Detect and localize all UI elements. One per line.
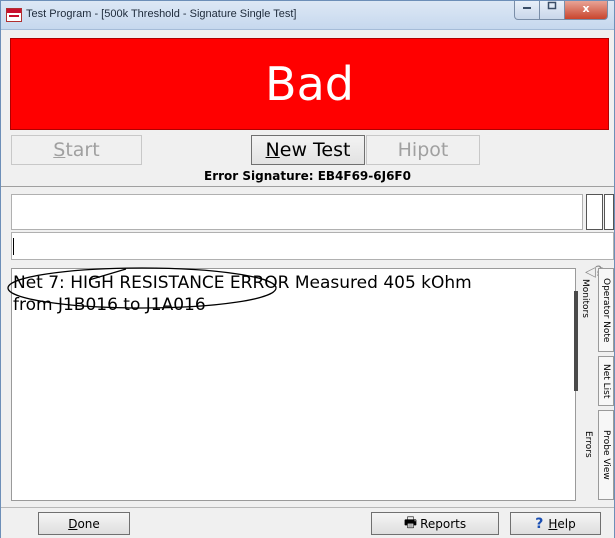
indicator-box-right xyxy=(604,194,614,230)
text-cursor xyxy=(13,238,14,255)
test-program-window: Test Program - [500k Threshold - Signatu… xyxy=(0,0,615,538)
tab-monitors[interactable]: Monitors xyxy=(580,279,590,318)
tab-net-list-label: Net List xyxy=(601,363,611,399)
help-button[interactable]: ? Help xyxy=(510,512,601,535)
title-bar[interactable]: Test Program - [500k Threshold - Signatu… xyxy=(1,1,614,30)
hipot-button-label: Hipot xyxy=(397,139,449,161)
divider xyxy=(1,186,614,187)
indicator-box-left xyxy=(586,194,603,230)
vertical-scrollbar[interactable] xyxy=(574,291,578,391)
help-icon: ? xyxy=(535,515,544,532)
app-icon xyxy=(6,8,22,22)
minimize-icon xyxy=(523,7,531,9)
minimize-button[interactable] xyxy=(514,1,540,20)
error-line-2: from J1B016 to J1A016 xyxy=(13,295,206,315)
tab-probe-view-label: Probe View xyxy=(601,430,611,480)
error-message-panel: Net 7: HIGH RESISTANCE ERROR Measured 40… xyxy=(11,268,576,501)
tab-errors[interactable]: Errors xyxy=(583,431,593,458)
maximize-button[interactable] xyxy=(540,1,565,20)
error-signature: Error Signature: EB4F69-6J6F0 xyxy=(204,169,411,183)
tab-operator-note[interactable]: Operator Note xyxy=(598,268,614,352)
new-test-button[interactable]: New Test xyxy=(251,135,365,165)
status-banner: Bad xyxy=(10,38,609,130)
window-title: Test Program - [500k Threshold - Signatu… xyxy=(26,8,297,20)
help-button-label: Help xyxy=(548,516,576,531)
start-button-label: Start xyxy=(53,139,100,161)
new-test-button-label: New Test xyxy=(265,139,351,161)
error-line-1: Net 7: HIGH RESISTANCE ERROR Measured 40… xyxy=(13,273,472,293)
close-button[interactable]: x xyxy=(565,1,608,20)
tab-probe-view[interactable]: Probe View xyxy=(598,410,614,500)
bottom-bar: Done 🖶 Reports ? Help xyxy=(1,507,614,538)
done-button[interactable]: Done xyxy=(38,512,130,535)
start-button[interactable]: Start xyxy=(11,135,142,165)
maximize-icon xyxy=(547,1,557,10)
caption-buttons: x xyxy=(514,1,608,21)
printer-icon: 🖶 xyxy=(403,514,418,531)
info-field[interactable] xyxy=(11,232,614,260)
reports-button[interactable]: 🖶 Reports xyxy=(371,512,499,535)
done-button-label: Done xyxy=(68,516,100,531)
reports-button-label: Reports xyxy=(420,516,467,531)
close-icon: x xyxy=(582,2,590,15)
tab-net-list[interactable]: Net List xyxy=(598,356,614,406)
tab-operator-note-label: Operator Note xyxy=(601,277,611,343)
status-text: Bad xyxy=(265,57,354,111)
hipot-button[interactable]: Hipot xyxy=(366,135,480,165)
barcode-field[interactable] xyxy=(11,194,583,230)
